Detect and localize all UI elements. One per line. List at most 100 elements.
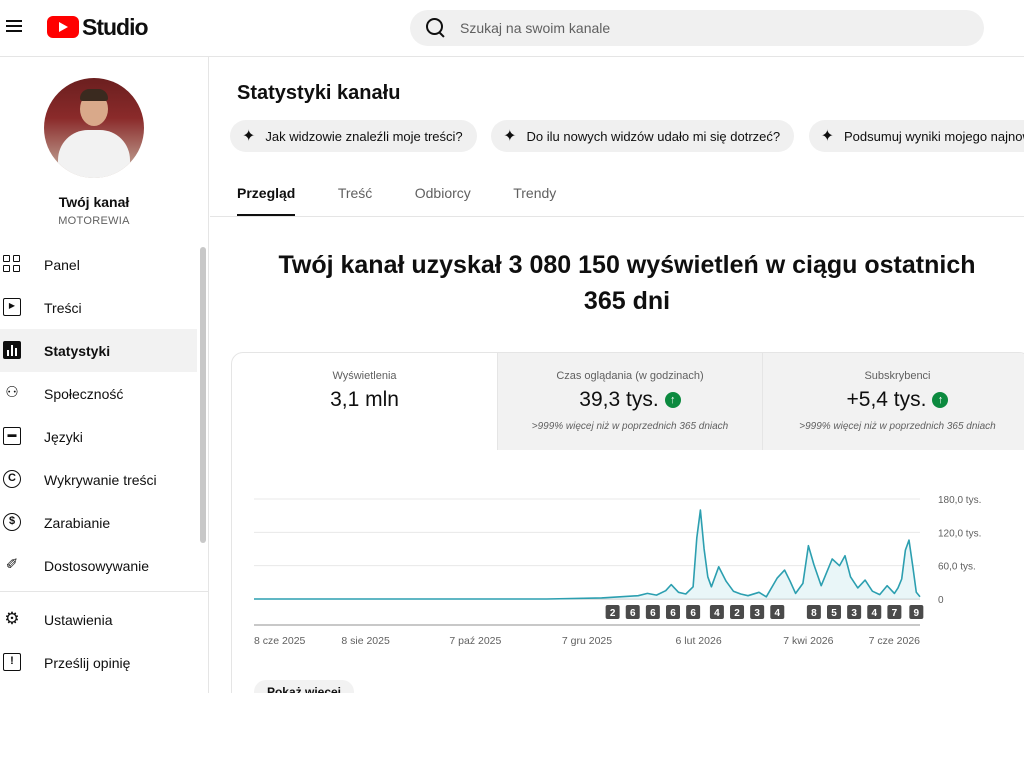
trend-up-icon: ↑ xyxy=(664,392,681,408)
headline-line-1: Twój kanał uzyskał 3 080 150 wyświetleń … xyxy=(278,251,976,279)
video-marker-label: 6 xyxy=(650,608,656,619)
sidebar-item-label: Panel xyxy=(44,256,80,273)
sidebar-item-label: Prześlij opinię xyxy=(44,654,131,671)
top-bar: Studio xyxy=(0,0,1024,57)
sidebar-item-label: Zarabianie xyxy=(44,514,111,531)
video-marker-label: 6 xyxy=(690,608,696,619)
dollar-icon: $ xyxy=(3,513,21,531)
y-tick-label: 180,0 tys. xyxy=(938,495,981,506)
chip-summary[interactable]: ✦ Podsumuj wyniki mojego najnows xyxy=(808,120,1024,152)
metric-watch-time[interactable]: Czas oglądania (w godzinach) 39,3 tys. ↑ … xyxy=(497,353,762,450)
sparkle-icon: ✦ xyxy=(820,128,834,145)
sidebar-scrollbar[interactable] xyxy=(200,247,206,543)
sidebar-item-panel[interactable]: Panel xyxy=(0,243,197,286)
sidebar-item-label: Treści xyxy=(44,299,82,316)
sparkle-icon: ✦ xyxy=(242,128,256,145)
tab-audience[interactable]: Odbiorcy xyxy=(415,185,471,216)
community-icon: ⚇ xyxy=(5,384,19,401)
magic-wand-icon: ✐ xyxy=(5,556,19,573)
dashboard-icon xyxy=(3,255,21,273)
sidebar-item-customization[interactable]: ✐ Dostosowywanie xyxy=(0,544,197,587)
sidebar-bottom-nav: ⚙ Ustawienia ! Prześlij opinię xyxy=(0,598,197,684)
video-marker-label: 3 xyxy=(851,608,857,619)
x-tick-label: 7 paź 2025 xyxy=(449,635,501,647)
x-tick-label: 8 sie 2025 xyxy=(341,635,390,647)
y-tick-label: 120,0 tys. xyxy=(938,528,981,539)
tab-overview[interactable]: Przegląd xyxy=(237,185,296,216)
video-marker-label: 6 xyxy=(630,608,636,619)
metric-label: Subskrybenci xyxy=(864,370,931,382)
search-input[interactable] xyxy=(460,20,940,36)
metric-label: Wyświetlenia xyxy=(332,370,397,382)
copyright-icon: C xyxy=(3,470,21,488)
sidebar-item-feedback[interactable]: ! Prześlij opinię xyxy=(0,641,197,684)
blank-area xyxy=(0,693,1024,768)
tabs-divider xyxy=(210,216,1024,217)
subtitles-icon: ▬ xyxy=(3,427,21,445)
sidebar-item-content-detection[interactable]: C Wykrywanie treści xyxy=(0,458,197,501)
channel-avatar[interactable] xyxy=(44,78,144,178)
sidebar-item-earn[interactable]: $ Zarabianie xyxy=(0,501,197,544)
chip-new-viewers[interactable]: ✦ Do ilu nowych widzów udało mi się dotr… xyxy=(491,120,795,152)
search-icon[interactable] xyxy=(426,18,446,38)
menu-icon[interactable] xyxy=(4,17,24,37)
sidebar-item-label: Języki xyxy=(44,428,83,445)
overview-card: Wyświetlenia 3,1 mln Czas oglądania (w g… xyxy=(231,352,1024,693)
logo-text: Studio xyxy=(82,13,149,40)
sidebar-item-settings[interactable]: ⚙ Ustawienia xyxy=(0,598,197,641)
sidebar-item-label: Statystyki xyxy=(44,342,111,359)
metric-value: 3,1 mln xyxy=(232,388,497,412)
x-tick-label: 7 gru 2025 xyxy=(562,635,612,647)
channel-name: Twój kanał xyxy=(58,194,130,210)
sidebar-item-analytics[interactable]: Statystyki xyxy=(0,329,197,372)
sidebar-item-label: Ustawienia xyxy=(44,611,113,628)
youtube-play-icon xyxy=(47,16,79,38)
trend-up-icon: ↑ xyxy=(932,392,949,408)
metric-subscribers[interactable]: Subskrybenci +5,4 tys. ↑ >999% więcej niż… xyxy=(762,353,1024,450)
sidebar-item-label: Społeczność xyxy=(44,385,124,402)
video-marker-label: 9 xyxy=(914,608,920,619)
metric-value-text: 39,3 tys. xyxy=(579,388,659,411)
chip-label: Jak widzowie znaleźli moje treści? xyxy=(265,128,463,144)
metric-value: +5,4 tys. ↑ xyxy=(763,388,1024,412)
metric-value-text: 3,1 mln xyxy=(330,388,399,411)
page-title: Statystyki kanału xyxy=(237,82,401,104)
video-marker-label: 6 xyxy=(670,608,676,619)
x-tick-label: 7 kwi 2026 xyxy=(783,635,833,647)
x-tick-label: 6 lut 2026 xyxy=(676,635,722,647)
main-content: Statystyki kanału ✦ Jak widzowie znaleźl… xyxy=(210,57,1024,693)
x-tick-label: 7 cze 2026 xyxy=(869,635,921,647)
video-marker-label: 7 xyxy=(892,608,898,619)
sidebar-item-languages[interactable]: ▬ Języki xyxy=(0,415,197,458)
video-marker-label: 4 xyxy=(775,608,781,619)
studio-logo[interactable]: Studio xyxy=(47,13,149,40)
video-marker-label: 2 xyxy=(734,608,740,619)
suggestion-chips: ✦ Jak widzowie znaleźli moje treści? ✦ D… xyxy=(230,120,1024,154)
video-marker-label: 3 xyxy=(754,608,760,619)
video-marker-label: 4 xyxy=(714,608,720,619)
tab-trends[interactable]: Trendy xyxy=(513,185,556,216)
video-marker-label: 5 xyxy=(831,608,837,619)
show-more-button[interactable]: Pokaż więcej xyxy=(254,680,354,693)
series-area xyxy=(254,510,920,599)
sidebar: Twój kanał MOTOREWIA Panel ▶ Treści Stat… xyxy=(0,57,209,693)
tab-content[interactable]: Treść xyxy=(338,185,372,216)
y-tick-label: 0 xyxy=(938,595,944,606)
chip-label: Do ilu nowych widzów udało mi się dotrze… xyxy=(526,128,781,144)
search-bar xyxy=(410,10,984,46)
analytics-tabs: Przegląd Treść Odbiorcy Trendy xyxy=(237,185,594,216)
video-marker-label: 4 xyxy=(871,608,877,619)
y-tick-label: 60,0 tys. xyxy=(938,562,976,573)
x-tick-label: 8 cze 2025 xyxy=(254,635,306,647)
views-chart[interactable]: 180,0 tys. 120,0 tys. 60,0 tys. 0 8 cze 2025… xyxy=(232,463,1024,673)
video-marker-label: 2 xyxy=(610,608,616,619)
sidebar-item-content[interactable]: ▶ Treści xyxy=(0,286,197,329)
metric-note: >999% więcej niż w poprzednich 365 dniac… xyxy=(531,421,729,432)
headline-line-2: 365 dni xyxy=(583,287,671,315)
sidebar-item-community[interactable]: ⚇ Społeczność xyxy=(0,372,197,415)
sidebar-item-label: Wykrywanie treści xyxy=(44,471,157,488)
metric-views[interactable]: Wyświetlenia 3,1 mln xyxy=(232,353,497,450)
chip-discovery[interactable]: ✦ Jak widzowie znaleźli moje treści? xyxy=(230,120,477,152)
analytics-icon xyxy=(3,341,21,359)
headline: Twój kanał uzyskał 3 080 150 wyświetleń … xyxy=(270,247,984,319)
